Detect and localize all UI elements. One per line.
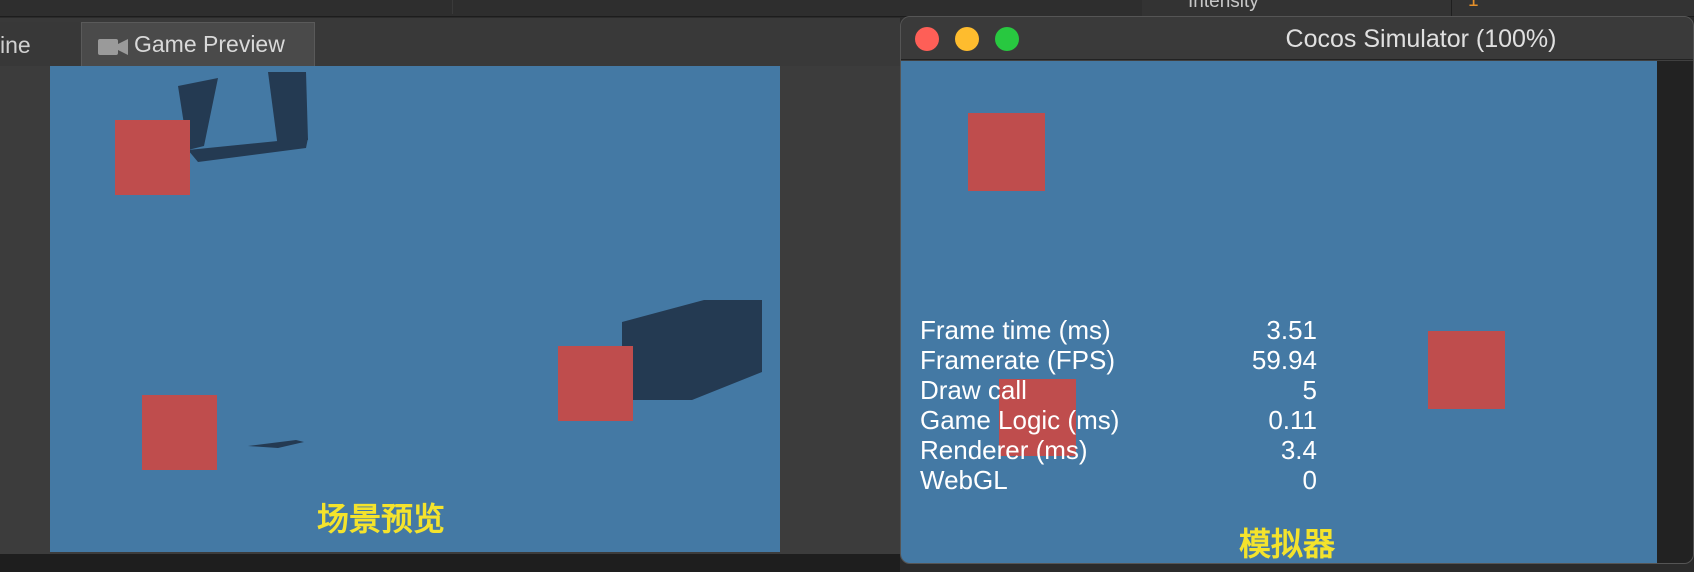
cube-shadow: [178, 72, 308, 162]
preview-caption: 场景预览: [317, 500, 446, 538]
red-cube[interactable]: [115, 120, 190, 195]
red-cube[interactable]: [968, 113, 1045, 191]
minimize-window-button[interactable]: [955, 27, 979, 51]
simulator-canvas[interactable]: Frame time (ms) 3.51 Framerate (FPS) 59.…: [901, 61, 1657, 563]
inspector-property-value[interactable]: 1: [1468, 0, 1479, 12]
stat-label: Game Logic (ms): [920, 405, 1120, 435]
stat-value: 0: [1302, 465, 1317, 495]
stat-value: 5: [1302, 375, 1317, 405]
tab-game-preview-label[interactable]: Game Preview: [134, 31, 285, 58]
maximize-window-button[interactable]: [995, 27, 1019, 51]
simulator-title: Cocos Simulator (100%): [1285, 25, 1557, 53]
cube-shadow: [248, 440, 304, 448]
stat-label: WebGL: [920, 465, 1008, 495]
inspector-separator: [1451, 0, 1452, 16]
stat-value: 3.4: [1280, 435, 1317, 465]
red-cube[interactable]: [142, 395, 217, 470]
stat-label: Draw call: [920, 375, 1027, 405]
close-window-button[interactable]: [915, 27, 939, 51]
simulator-caption: 模拟器: [1239, 525, 1336, 563]
inspector-property-label: Intensity: [1188, 0, 1259, 12]
stat-label: Renderer (ms): [920, 435, 1088, 465]
stat-value: 0.11: [1268, 405, 1317, 435]
red-cube[interactable]: [1428, 331, 1505, 409]
tab-scene-label[interactable]: ine: [0, 32, 31, 59]
simulator-side-strip: [1657, 61, 1693, 563]
simulator-window[interactable]: Cocos Simulator (100%) Frame time (ms) 3…: [900, 16, 1694, 564]
stat-label: Frame time (ms): [920, 315, 1111, 345]
stat-value: 3.51: [1266, 315, 1317, 345]
topbar-divider: [452, 0, 453, 14]
camera-icon: [98, 39, 128, 55]
stat-label: Framerate (FPS): [920, 345, 1116, 375]
red-cube[interactable]: [558, 346, 633, 421]
game-preview-viewport[interactable]: 场景预览: [50, 66, 780, 552]
stat-value: 59.94: [1251, 345, 1317, 375]
cube-shadow: [622, 300, 762, 400]
editor-bottom-bar: [0, 554, 900, 572]
